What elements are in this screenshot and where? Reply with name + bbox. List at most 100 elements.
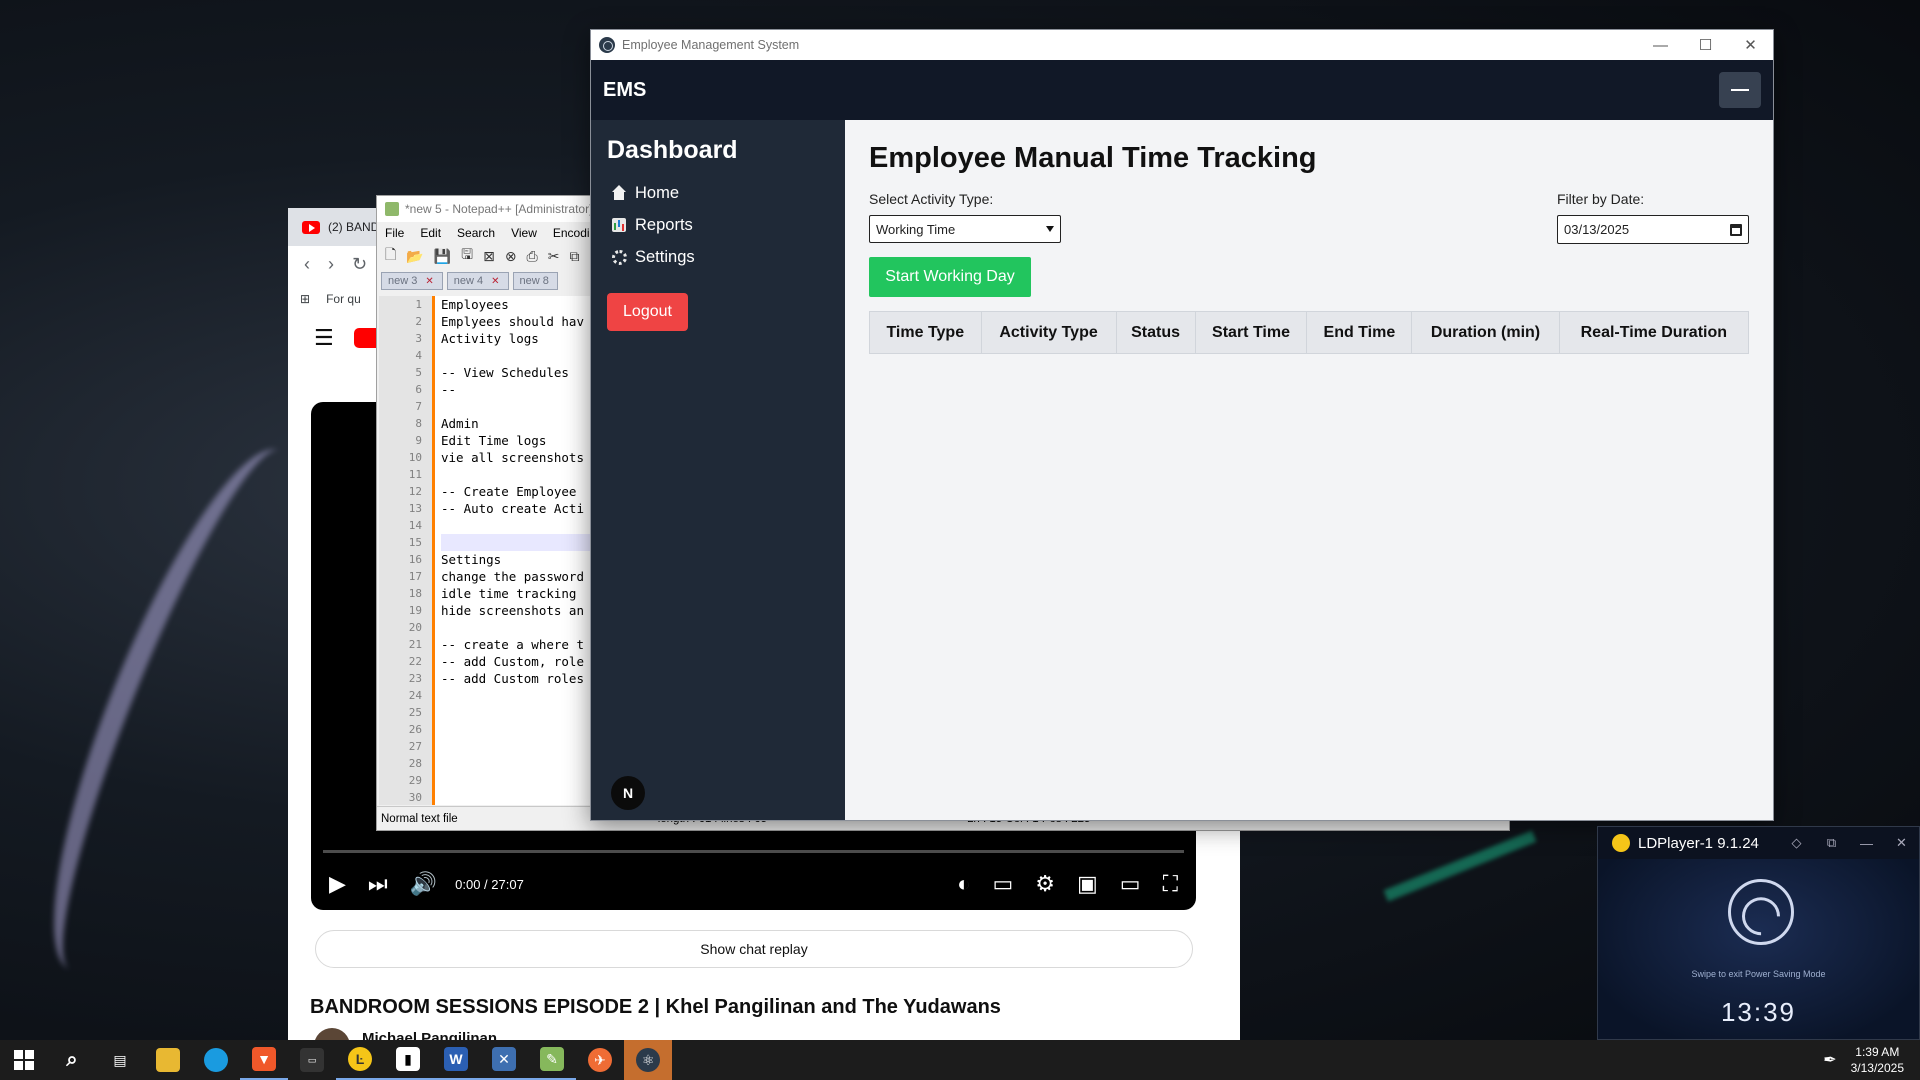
- close-tab-icon[interactable]: ✕: [491, 276, 499, 287]
- save-all-icon[interactable]: 🖫: [461, 244, 473, 268]
- close-icon[interactable]: ✕: [1884, 835, 1919, 851]
- save-icon[interactable]: 💾: [434, 248, 451, 265]
- menu-search[interactable]: Search: [457, 226, 495, 240]
- forward-icon[interactable]: ›: [328, 254, 334, 275]
- sidebar-item-settings[interactable]: Settings: [607, 241, 829, 273]
- brand-logo[interactable]: EMS: [603, 79, 1719, 102]
- date-filter-group: Filter by Date: 03/13/2025: [1557, 191, 1749, 244]
- player-time: 0:00 / 27:07: [455, 876, 524, 892]
- logout-button[interactable]: Logout: [607, 293, 688, 331]
- show-chat-replay-button[interactable]: Show chat replay: [315, 930, 1193, 968]
- taskbar-clock[interactable]: 1:39 AM 3/13/2025: [1851, 1044, 1904, 1076]
- autoplay-toggle-icon[interactable]: ◐: [957, 871, 970, 897]
- ldplayer-screen[interactable]: Swipe to exit Power Saving Mode 13:39: [1598, 859, 1919, 1039]
- menu-toggle-button[interactable]: [1719, 72, 1761, 108]
- app-icon[interactable]: ▭: [288, 1040, 336, 1080]
- line-number: 29: [408, 774, 422, 787]
- main-content: Employee Manual Time Tracking Select Act…: [845, 120, 1773, 820]
- ems-taskbar-icon[interactable]: ⚛: [624, 1040, 672, 1080]
- postman-icon[interactable]: ✈: [576, 1040, 624, 1080]
- close-file-icon[interactable]: ⊠: [483, 248, 495, 265]
- pen-icon[interactable]: ✒: [1823, 1050, 1836, 1070]
- edge-browser-icon[interactable]: [192, 1040, 240, 1080]
- line-number: 18: [408, 587, 422, 600]
- ldplayer-clock: 13:39: [1720, 997, 1797, 1027]
- menu-view[interactable]: View: [511, 226, 537, 240]
- file-explorer-icon[interactable]: [144, 1040, 192, 1080]
- line-number: 13: [408, 502, 422, 515]
- minimize-icon[interactable]: —: [1849, 836, 1884, 851]
- sidebar-item-label: Settings: [635, 247, 695, 266]
- column-header: Time Type: [869, 311, 982, 354]
- column-header: Real-Time Duration: [1558, 311, 1750, 354]
- start-button[interactable]: [0, 1040, 48, 1080]
- volume-icon[interactable]: 🔊: [410, 871, 437, 897]
- capcut-icon[interactable]: ▮: [384, 1040, 432, 1080]
- ldplayer-taskbar-icon[interactable]: Ŀ: [336, 1040, 384, 1080]
- notepad-tab[interactable]: new 8: [512, 272, 558, 290]
- play-icon[interactable]: ▶: [329, 871, 346, 897]
- close-all-icon[interactable]: ⊗: [505, 248, 517, 265]
- notepad-plus-plus-icon[interactable]: ✎: [528, 1040, 576, 1080]
- notepad-tab[interactable]: new 4 ✕: [446, 272, 509, 290]
- maximize-icon[interactable]: ☐: [1683, 30, 1728, 60]
- line-number: 19: [408, 604, 422, 617]
- cut-icon[interactable]: ✂: [548, 248, 560, 265]
- bookmark-item[interactable]: For qu: [326, 292, 361, 306]
- sidebar-item-reports[interactable]: Reports: [607, 209, 829, 241]
- table-header-row: Time Type Activity Type Status Start Tim…: [869, 311, 1750, 354]
- open-folder-icon[interactable]: 📂: [406, 248, 423, 265]
- new-file-icon[interactable]: 🗋: [385, 244, 396, 268]
- theater-mode-icon[interactable]: ▭: [1120, 871, 1141, 897]
- line-number: 5: [415, 366, 422, 379]
- settings-gear-icon[interactable]: ⚙: [1035, 871, 1055, 897]
- browser-tab-title[interactable]: (2) BAND: [328, 220, 379, 234]
- search-icon[interactable]: ⌕: [48, 1040, 96, 1080]
- windows-taskbar: ⌕ ▤ ▼ ▭ Ŀ ▮ W ✕ ✎ ✈ ⚛ ✒ 1:39 AM 3/13/202…: [0, 1040, 1920, 1080]
- brave-browser-icon[interactable]: ▼: [240, 1040, 288, 1080]
- line-number: 28: [408, 757, 422, 770]
- pin-icon[interactable]: ◇: [1779, 835, 1814, 851]
- date-filter-input[interactable]: 03/13/2025: [1557, 215, 1749, 244]
- calendar-icon[interactable]: [1730, 223, 1742, 236]
- user-avatar[interactable]: N: [611, 776, 645, 810]
- vscode-icon[interactable]: ✕: [480, 1040, 528, 1080]
- window-title: Employee Management System: [622, 38, 800, 52]
- ldplayer-window[interactable]: LDPlayer-1 9.1.24 ◇ ⧉ — ✕ Swipe to exit …: [1597, 826, 1920, 1040]
- top-navbar: EMS: [591, 60, 1773, 120]
- column-header: Activity Type: [980, 311, 1117, 354]
- start-working-day-button[interactable]: Start Working Day: [869, 257, 1031, 297]
- menu-file[interactable]: File: [385, 226, 404, 240]
- line-number: 7: [415, 400, 422, 413]
- minimize-icon[interactable]: —: [1638, 30, 1683, 60]
- captions-icon[interactable]: ▭: [992, 871, 1013, 897]
- line-number: 15: [408, 536, 422, 549]
- print-icon[interactable]: ⎙: [527, 248, 538, 265]
- hamburger-menu-icon[interactable]: ☰: [314, 325, 334, 351]
- task-view-icon[interactable]: ▤: [96, 1040, 144, 1080]
- line-number: 10: [408, 451, 422, 464]
- close-tab-icon[interactable]: ✕: [425, 276, 433, 287]
- ldplayer-logo-icon: [1612, 834, 1630, 852]
- sidebar-item-home[interactable]: Home: [607, 177, 829, 209]
- miniplayer-icon[interactable]: ▣: [1077, 871, 1098, 897]
- notepad-tab[interactable]: new 3 ✕: [381, 272, 443, 290]
- chevron-down-icon: [1046, 226, 1054, 232]
- word-icon[interactable]: W: [432, 1040, 480, 1080]
- reload-icon[interactable]: ↻: [352, 254, 367, 275]
- apps-grid-icon[interactable]: ⊞: [300, 292, 310, 306]
- line-number: 2: [415, 315, 422, 328]
- menu-edit[interactable]: Edit: [420, 226, 441, 240]
- restore-icon[interactable]: ⧉: [1814, 835, 1849, 851]
- video-progress-bar[interactable]: [323, 850, 1184, 853]
- next-icon[interactable]: ⏭: [368, 871, 388, 897]
- close-icon[interactable]: ✕: [1728, 30, 1773, 60]
- ems-window[interactable]: Employee Management System — ☐ ✕ EMS Das…: [590, 29, 1774, 821]
- back-icon[interactable]: ‹: [304, 254, 310, 275]
- line-number: 20: [408, 621, 422, 634]
- activity-type-select[interactable]: Working Time: [869, 215, 1061, 243]
- line-number-gutter: 1 2 3 4 5 6 7 8 9 10 11 12 13 14 15 16 17 18 19 20 21 22 23 24 2…: [379, 296, 435, 805]
- fullscreen-icon[interactable]: ⛶: [1163, 871, 1178, 897]
- column-header: End Time: [1306, 311, 1413, 354]
- copy-icon[interactable]: ⧉: [569, 248, 579, 265]
